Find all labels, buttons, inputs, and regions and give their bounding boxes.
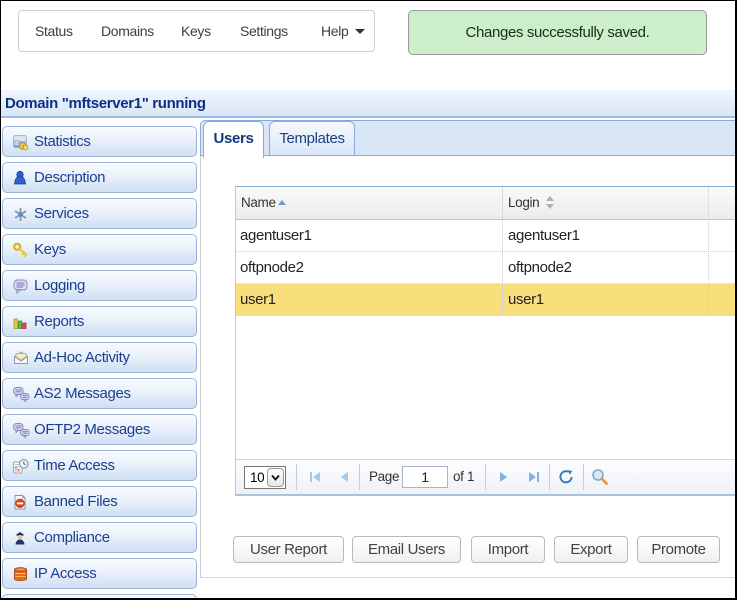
svg-text:Tx: Tx — [14, 467, 20, 473]
